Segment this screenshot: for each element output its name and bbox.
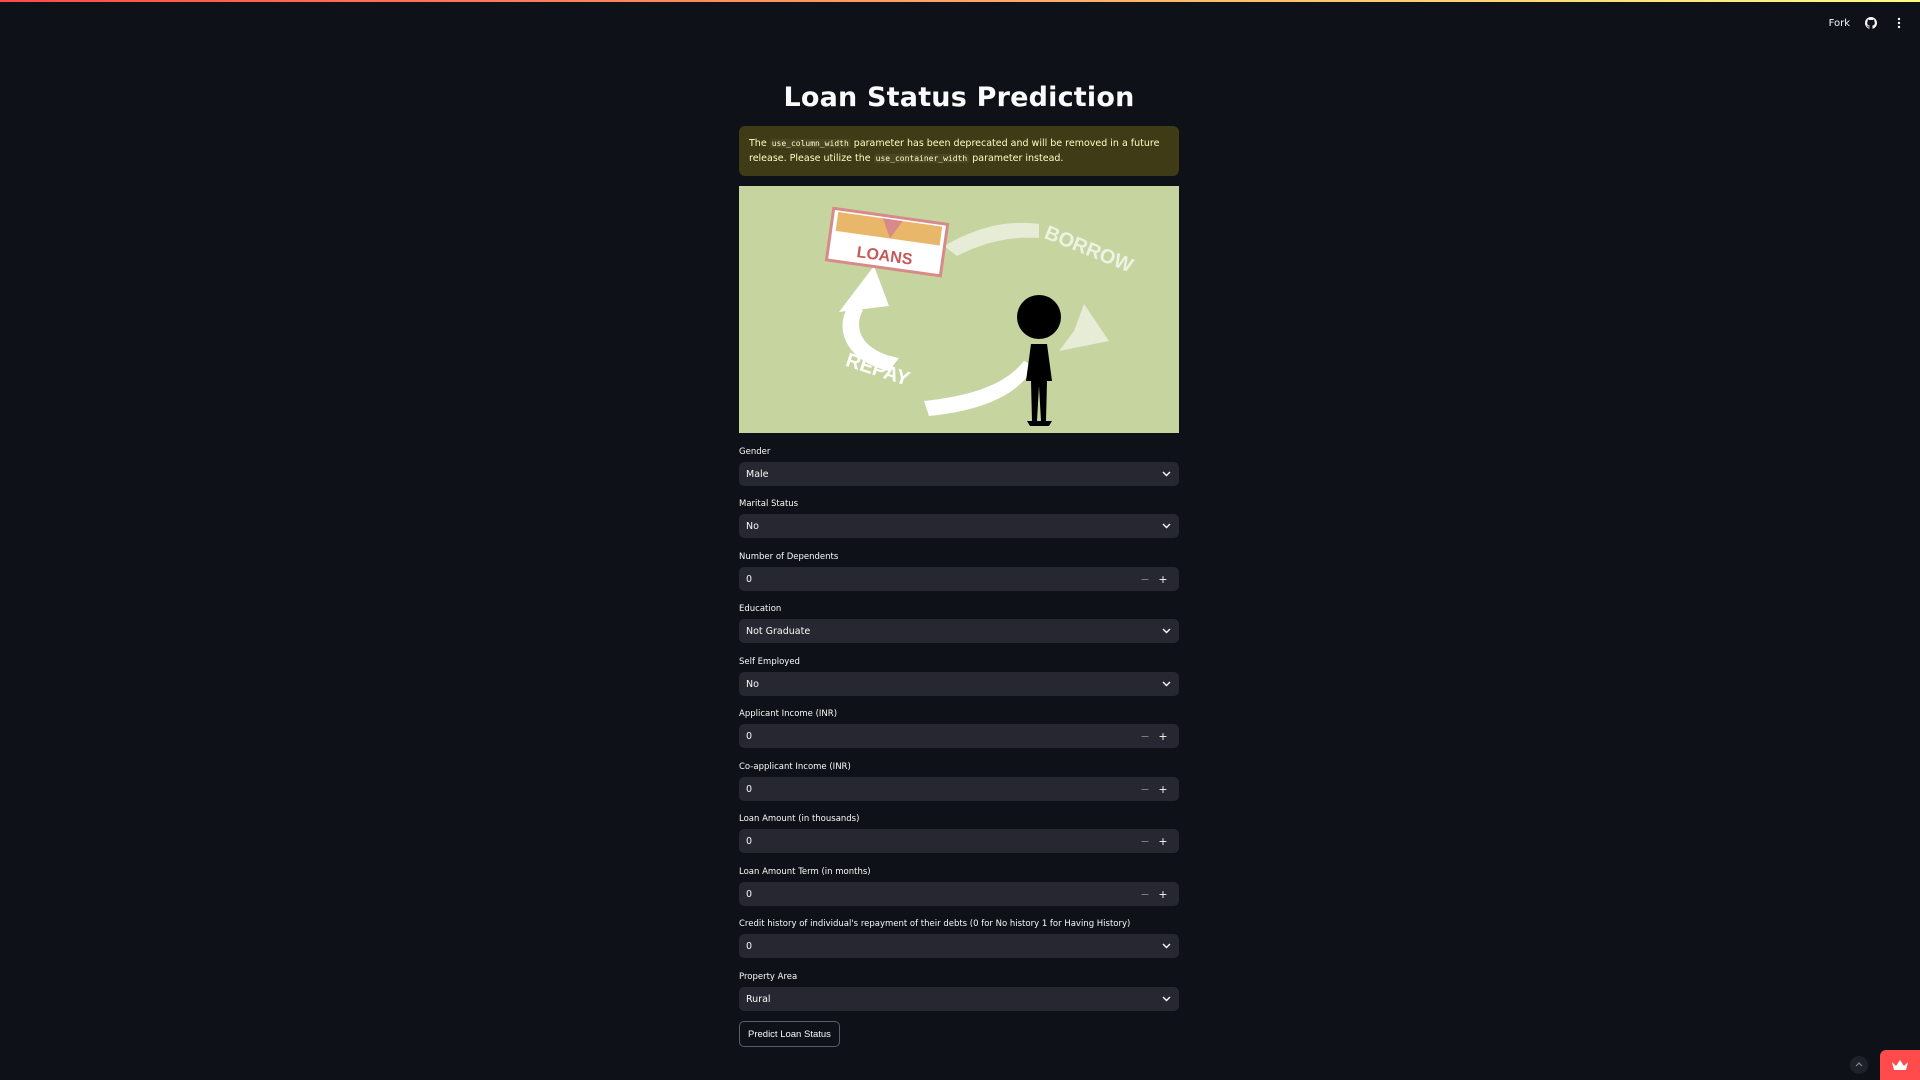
warning-text-3: parameter instead. <box>972 153 1064 164</box>
chevron-down-icon <box>1160 993 1172 1005</box>
chevron-down-icon <box>1160 520 1172 532</box>
chevron-down-icon <box>1160 678 1172 690</box>
self-employed-field: Self Employed No <box>739 656 1179 696</box>
decrement-button[interactable]: − <box>1136 888 1154 901</box>
gender-label: Gender <box>739 447 771 457</box>
gender-field: Gender Male <box>739 446 1179 486</box>
property-area-field: Property Area Rural <box>739 971 1179 1011</box>
credit-history-field: Credit history of individual's repayment… <box>739 918 1179 958</box>
top-decoration-line <box>0 0 1920 2</box>
decrement-button[interactable]: − <box>1136 835 1154 848</box>
scroll-status-icon[interactable] <box>1850 1056 1868 1074</box>
marital-select[interactable]: No <box>739 514 1179 538</box>
page-title: Loan Status Prediction <box>783 82 1135 113</box>
self-employed-label: Self Employed <box>739 657 800 667</box>
streamlit-crown-icon[interactable] <box>1880 1050 1920 1080</box>
loan-amount-value: 0 <box>746 835 753 847</box>
credit-history-label: Credit history of individual's repayment… <box>739 919 1131 929</box>
loan-term-label: Loan Amount Term (in months) <box>739 867 871 877</box>
applicant-income-input[interactable]: 0 − + <box>739 724 1179 748</box>
marital-field: Marital Status No <box>739 498 1179 538</box>
github-icon[interactable] <box>1864 16 1878 30</box>
property-area-select[interactable]: Rural <box>739 987 1179 1011</box>
chevron-down-icon <box>1160 940 1172 952</box>
coapplicant-income-label: Co-applicant Income (INR) <box>739 762 851 772</box>
education-label: Education <box>739 604 782 614</box>
property-area-value: Rural <box>746 993 771 1005</box>
applicant-income-value: 0 <box>746 730 753 742</box>
increment-button[interactable]: + <box>1154 888 1172 901</box>
dependents-field: Number of Dependents 0 − + <box>739 551 1179 591</box>
increment-button[interactable]: + <box>1154 730 1172 743</box>
property-area-label: Property Area <box>739 972 798 982</box>
chevron-down-icon <box>1160 625 1172 637</box>
dependents-value: 0 <box>746 573 753 585</box>
dependents-input[interactable]: 0 − + <box>739 567 1179 591</box>
education-select[interactable]: Not Graduate <box>739 619 1179 643</box>
self-employed-select[interactable]: No <box>739 672 1179 696</box>
loan-term-field: Loan Amount Term (in months) 0 − + <box>739 866 1179 906</box>
loan-amount-input[interactable]: 0 − + <box>739 829 1179 853</box>
warning-code-2: use_container_width <box>873 154 970 163</box>
self-employed-value: No <box>746 678 759 690</box>
warning-text-1: The <box>749 138 767 149</box>
kebab-menu-icon[interactable] <box>1892 16 1906 30</box>
warning-code-1: use_column_width <box>769 139 851 148</box>
toolbar: Fork <box>1829 10 1906 36</box>
credit-history-select[interactable]: 0 <box>739 934 1179 958</box>
credit-history-value: 0 <box>746 940 753 952</box>
applicant-income-label: Applicant Income (INR) <box>739 709 838 719</box>
education-field: Education Not Graduate <box>739 603 1179 643</box>
chevron-down-icon <box>1160 468 1172 480</box>
fork-button[interactable]: Fork <box>1829 18 1850 29</box>
decrement-button[interactable]: − <box>1136 573 1154 586</box>
loan-amount-label: Loan Amount (in thousands) <box>739 814 860 824</box>
coapplicant-income-value: 0 <box>746 783 753 795</box>
loan-term-input[interactable]: 0 − + <box>739 882 1179 906</box>
dependents-label: Number of Dependents <box>739 552 839 562</box>
increment-button[interactable]: + <box>1154 573 1172 586</box>
applicant-income-field: Applicant Income (INR) 0 − + <box>739 708 1179 748</box>
marital-label: Marital Status <box>739 499 799 509</box>
increment-button[interactable]: + <box>1154 783 1172 796</box>
loan-amount-field: Loan Amount (in thousands) 0 − + <box>739 813 1179 853</box>
coapplicant-income-input[interactable]: 0 − + <box>739 777 1179 801</box>
education-value: Not Graduate <box>746 625 811 637</box>
marital-value: No <box>746 520 759 532</box>
gender-value: Male <box>746 468 769 480</box>
decrement-button[interactable]: − <box>1136 783 1154 796</box>
gender-select[interactable]: Male <box>739 462 1179 486</box>
coapplicant-income-field: Co-applicant Income (INR) 0 − + <box>739 761 1179 801</box>
increment-button[interactable]: + <box>1154 835 1172 848</box>
predict-button[interactable]: Predict Loan Status <box>739 1021 840 1047</box>
loan-term-value: 0 <box>746 888 753 900</box>
decrement-button[interactable]: − <box>1136 730 1154 743</box>
loan-illustration: LOANS BORROW REPAY <box>739 186 1179 433</box>
deprecation-warning: The use_column_width parameter has been … <box>739 126 1179 176</box>
borrow-text: BORROW <box>1041 222 1136 277</box>
